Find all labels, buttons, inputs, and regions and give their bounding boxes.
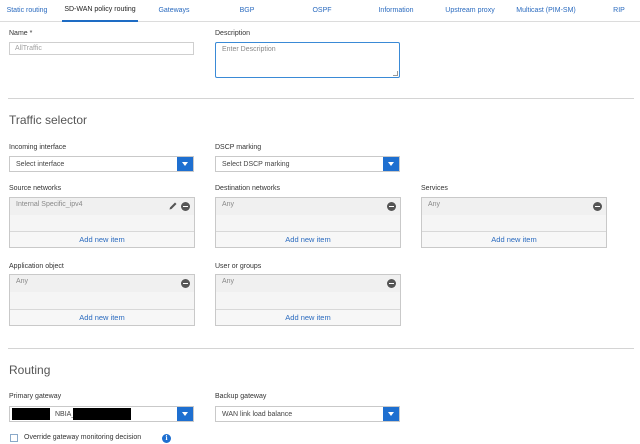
primary-gateway-select[interactable]: NBIA_ (9, 406, 194, 422)
application-object-item[interactable]: Any (10, 275, 194, 292)
add-new-item-button[interactable]: Add new item (216, 231, 400, 247)
chevron-down-icon[interactable] (383, 157, 399, 171)
override-monitoring-label: Override gateway monitoring decision (24, 434, 142, 441)
backup-gateway-value: WAN link load balance (222, 410, 293, 418)
remove-icon[interactable] (387, 202, 396, 211)
destination-networks-list: Any Add new item (215, 197, 401, 248)
incoming-interface-select[interactable]: Select interface (9, 156, 194, 172)
divider (8, 98, 634, 99)
remove-icon[interactable] (181, 279, 190, 288)
backup-gateway-label: Backup gateway (215, 393, 267, 400)
services-item[interactable]: Any (422, 198, 606, 215)
dscp-marking-value: Select DSCP marking (222, 160, 290, 168)
tab-information[interactable]: Information (366, 0, 426, 21)
remove-icon[interactable] (387, 279, 396, 288)
destination-networks-item[interactable]: Any (216, 198, 400, 215)
edit-pencil-icon[interactable] (168, 201, 178, 211)
traffic-selector-title: Traffic selector (9, 113, 88, 127)
user-groups-label: User or groups (215, 263, 262, 270)
user-groups-list: Any Add new item (215, 274, 401, 326)
tab-upstream-proxy[interactable]: Upstream proxy (438, 0, 502, 21)
tab-multicast[interactable]: Multicast (PIM-SM) (508, 0, 584, 21)
tab-bar: Static routing SD-WAN policy routing Gat… (0, 0, 640, 22)
description-placeholder: Enter Description (222, 46, 276, 53)
tab-bgp[interactable]: BGP (222, 0, 272, 21)
remove-icon[interactable] (593, 202, 602, 211)
source-networks-item[interactable]: Internal Specific_ipv4 (10, 198, 194, 215)
dscp-marking-select[interactable]: Select DSCP marking (215, 156, 400, 172)
services-item-label: Any (428, 201, 441, 208)
destination-networks-item-label: Any (222, 201, 235, 208)
source-networks-label: Source networks (9, 185, 62, 192)
add-new-item-button[interactable]: Add new item (10, 231, 194, 247)
info-icon[interactable]: i (162, 434, 171, 443)
backup-gateway-select[interactable]: WAN link load balance (215, 406, 400, 422)
services-label: Services (421, 185, 448, 192)
remove-icon[interactable] (181, 202, 190, 211)
application-object-list: Any Add new item (9, 274, 195, 326)
chevron-down-icon[interactable] (383, 407, 399, 421)
user-groups-item[interactable]: Any (216, 275, 400, 292)
redacted-block (12, 408, 50, 420)
add-new-item-button[interactable]: Add new item (10, 309, 194, 325)
destination-networks-label: Destination networks (215, 185, 280, 192)
redacted-block (73, 408, 131, 420)
name-field[interactable]: AllTraffic (9, 42, 194, 55)
add-new-item-button[interactable]: Add new item (216, 309, 400, 325)
tab-static-routing[interactable]: Static routing (0, 0, 54, 21)
override-monitoring-checkbox[interactable] (10, 434, 18, 442)
incoming-interface-label: Incoming interface (9, 144, 67, 151)
chevron-down-icon[interactable] (177, 407, 193, 421)
source-networks-item-label: Internal Specific_ipv4 (16, 201, 83, 208)
tab-rip[interactable]: RIP (604, 0, 634, 21)
source-networks-list: Internal Specific_ipv4 Add new item (9, 197, 195, 248)
application-object-item-label: Any (16, 278, 29, 285)
routing-title: Routing (9, 363, 51, 377)
description-field[interactable]: Enter Description (215, 42, 400, 78)
primary-gateway-label: Primary gateway (9, 393, 62, 400)
description-label: Description (215, 30, 251, 37)
application-object-label: Application object (9, 263, 64, 270)
name-label: Name * (9, 30, 33, 37)
chevron-down-icon[interactable] (177, 157, 193, 171)
tab-ospf[interactable]: OSPF (296, 0, 348, 21)
dscp-marking-label: DSCP marking (215, 144, 262, 151)
services-list: Any Add new item (421, 197, 607, 248)
user-groups-item-label: Any (222, 278, 235, 285)
add-new-item-button[interactable]: Add new item (422, 231, 606, 247)
tab-sdwan-policy-routing[interactable]: SD-WAN policy routing (62, 0, 138, 22)
divider (8, 348, 634, 349)
tab-gateways[interactable]: Gateways (146, 0, 202, 21)
incoming-interface-value: Select interface (16, 160, 65, 168)
resize-grip-icon[interactable] (393, 71, 398, 76)
